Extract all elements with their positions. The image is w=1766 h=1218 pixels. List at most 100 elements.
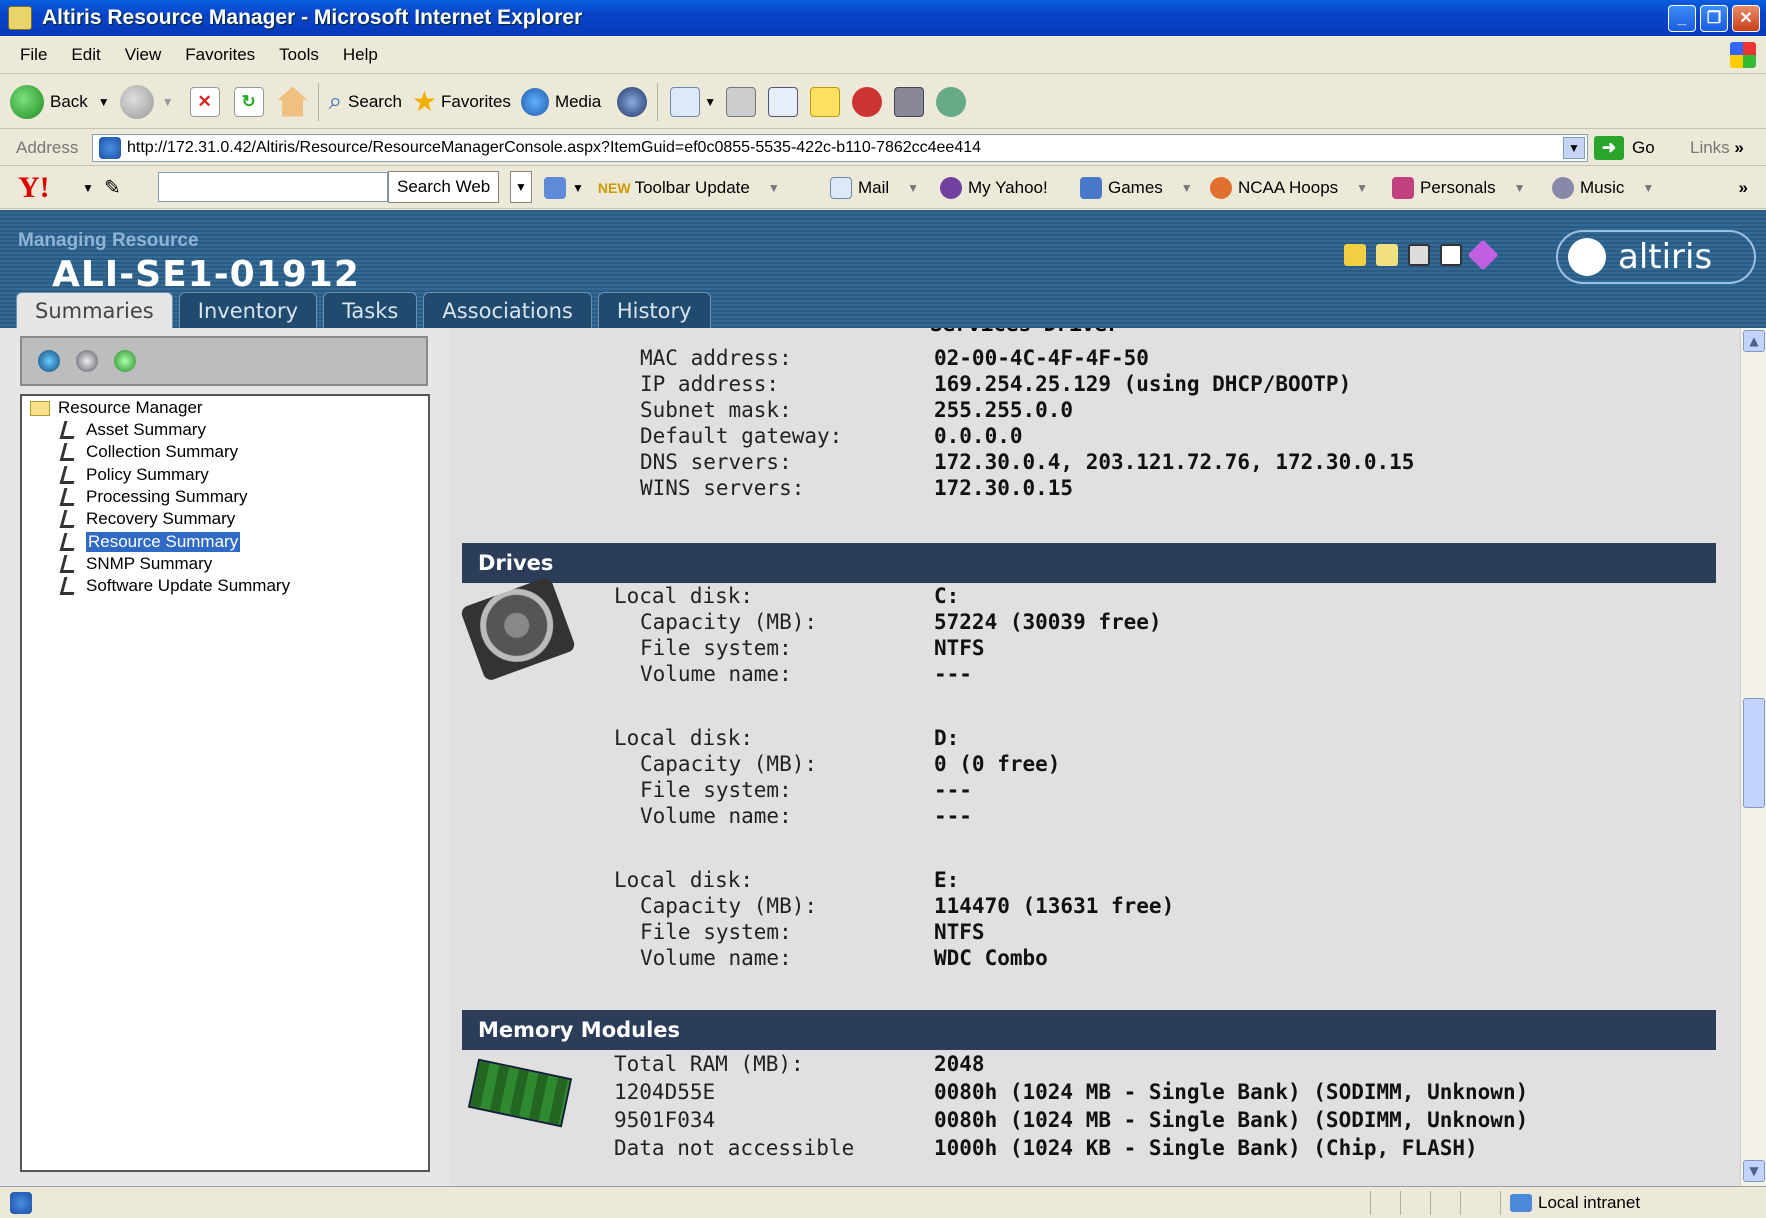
tools-icon[interactable] — [1344, 244, 1366, 266]
back-dropdown-icon[interactable]: ▼ — [98, 95, 110, 109]
refresh-icon[interactable]: ↻ — [233, 86, 264, 117]
tree-root[interactable]: Resource Manager — [30, 396, 203, 420]
yahoo-search-input[interactable] — [158, 172, 388, 202]
scroll-down-icon[interactable]: ▼ — [1743, 1160, 1765, 1182]
forward-dropdown-icon[interactable]: ▼ — [162, 95, 174, 109]
tree-item-policy-summary[interactable]: Policy Summary — [59, 463, 209, 487]
envelope-icon — [830, 176, 852, 199]
yahoo-more-button[interactable]: » — [1739, 178, 1748, 198]
refresh-tree-icon[interactable] — [114, 350, 136, 372]
search-button[interactable]: ⌕ Search — [329, 88, 402, 116]
personals-button[interactable]: Personals ▼ — [1392, 176, 1526, 199]
games-button[interactable]: Games ▼ — [1080, 176, 1193, 199]
my-yahoo-button[interactable]: My Yahoo! — [940, 176, 1048, 199]
disk-row: Volume name: WDC Combo — [640, 946, 1048, 970]
mail-icon[interactable] — [670, 86, 701, 117]
search-dropdown-icon[interactable]: ▼ — [510, 171, 532, 203]
research-icon[interactable] — [894, 86, 925, 117]
folder-action-icon[interactable] — [1376, 244, 1398, 266]
yahoo-mail-button[interactable]: Mail ▼ — [830, 176, 919, 199]
toolbar-update-button[interactable]: ▼ NEW Toolbar Update ▼ — [544, 176, 780, 199]
ncaa-hoops-button[interactable]: NCAA Hoops ▼ — [1210, 176, 1368, 199]
mail-dropdown-icon[interactable]: ▼ — [704, 95, 716, 109]
games-icon — [1080, 176, 1102, 199]
print-icon[interactable] — [726, 86, 757, 117]
menu-favorites[interactable]: Favorites — [185, 45, 255, 65]
forward-button[interactable]: ▼ — [119, 84, 174, 119]
menu-file[interactable]: File — [20, 45, 47, 65]
tree-item-collection-summary[interactable]: Collection Summary — [59, 440, 238, 464]
menu-tools[interactable]: Tools — [279, 45, 319, 65]
favorites-button[interactable]: ★ Favorites — [412, 85, 511, 118]
summary-icon — [59, 555, 79, 573]
yahoo-dropdown-icon[interactable]: ▼ — [82, 181, 94, 195]
windows-logo-icon — [1730, 42, 1756, 68]
forward-arrow-icon — [119, 84, 154, 119]
menu-view[interactable]: View — [125, 45, 162, 65]
tab-inventory[interactable]: Inventory — [178, 292, 318, 328]
disk-row: Volume name: --- — [640, 662, 972, 686]
home-icon[interactable] — [277, 86, 308, 117]
menu-edit[interactable]: Edit — [71, 45, 100, 65]
yahoo-logo[interactable]: Y! — [18, 171, 50, 205]
pencil-icon[interactable]: ✎ — [104, 175, 121, 200]
security-zone: Local intranet — [1510, 1193, 1640, 1213]
content-scrollbar[interactable]: ▲ ▼ — [1740, 328, 1766, 1186]
edit-icon[interactable] — [768, 86, 799, 117]
memory-section-header: Memory Modules — [462, 1010, 1716, 1050]
display-icon[interactable] — [1408, 244, 1430, 266]
find-icon[interactable] — [38, 350, 60, 372]
basketball-icon — [1210, 176, 1232, 199]
go-arrow-icon: ➜ — [1594, 136, 1624, 160]
restore-button[interactable]: ❐ — [1700, 5, 1728, 32]
disk-row: Local disk: E: — [614, 868, 960, 892]
back-button[interactable]: Back ▼ — [10, 84, 110, 119]
window-titlebar: Altiris Resource Manager - Microsoft Int… — [0, 0, 1766, 36]
network-row: Default gateway: 0.0.0.0 — [640, 424, 1023, 448]
contacts-icon[interactable] — [936, 86, 967, 117]
tree-item-recovery-summary[interactable]: Recovery Summary — [59, 507, 235, 531]
address-url[interactable]: http://172.31.0.42/Altiris/Resource/Reso… — [127, 139, 981, 157]
tree-item-resource-summary[interactable]: Resource Summary — [59, 530, 241, 554]
toolbar-separator — [657, 82, 659, 121]
book-icon[interactable] — [1440, 244, 1462, 266]
tab-history[interactable]: History — [597, 292, 711, 328]
search-web-button[interactable]: Search Web — [388, 171, 500, 203]
tab-summaries[interactable]: Summaries — [16, 292, 173, 328]
media-button[interactable]: Media — [520, 87, 601, 116]
network-row: IP address: 169.254.25.129 (using DHCP/BO… — [640, 372, 1352, 396]
music-button[interactable]: Music ▼ — [1552, 176, 1654, 199]
help-icon[interactable] — [1467, 239, 1499, 271]
standard-toolbar: Back ▼ ▼ ✕ ↻ ⌕ Search ★ Favorites Media … — [0, 75, 1766, 129]
tree-item-processing-summary[interactable]: Processing Summary — [59, 485, 248, 509]
tree-item-asset-summary[interactable]: Asset Summary — [59, 418, 206, 442]
tab-tasks[interactable]: Tasks — [323, 292, 418, 328]
menu-help[interactable]: Help — [343, 45, 378, 65]
collapse-icon[interactable] — [76, 350, 98, 372]
tab-bar: Summaries Inventory Tasks Associations H… — [16, 292, 717, 328]
discuss-icon[interactable] — [810, 86, 841, 117]
disk-row: Volume name: --- — [640, 804, 972, 828]
links-button[interactable]: Links » — [1690, 138, 1744, 158]
disk-row: Capacity (MB): 114470 (13631 free) — [640, 894, 1175, 918]
go-button[interactable]: ➜ Go — [1594, 136, 1655, 160]
minimize-button[interactable]: _ — [1668, 5, 1696, 32]
summary-icon — [59, 533, 79, 551]
summary-icon — [59, 443, 79, 461]
messenger-icon[interactable] — [852, 86, 883, 117]
scroll-up-icon[interactable]: ▲ — [1743, 330, 1765, 352]
address-dropdown-icon[interactable]: ▼ — [1563, 137, 1585, 159]
memory-module-icon — [467, 1058, 573, 1128]
stop-icon[interactable]: ✕ — [189, 86, 220, 117]
tree-item-software-update-summary[interactable]: Software Update Summary — [59, 574, 290, 598]
menu-bar: File Edit View Favorites Tools Help — [0, 36, 1766, 74]
tab-associations[interactable]: Associations — [423, 292, 592, 328]
left-pane: Resource Manager Asset Summary Collectio… — [0, 328, 450, 1186]
address-bar: Address http://172.31.0.42/Altiris/Resou… — [0, 130, 1766, 166]
history-icon[interactable] — [617, 86, 648, 117]
scroll-thumb[interactable] — [1743, 698, 1765, 808]
tree-item-snmp-summary[interactable]: SNMP Summary — [59, 552, 212, 576]
window-title: Altiris Resource Manager - Microsoft Int… — [42, 6, 583, 29]
address-input[interactable]: http://172.31.0.42/Altiris/Resource/Reso… — [92, 134, 1588, 162]
close-button[interactable]: ✕ — [1732, 5, 1760, 32]
